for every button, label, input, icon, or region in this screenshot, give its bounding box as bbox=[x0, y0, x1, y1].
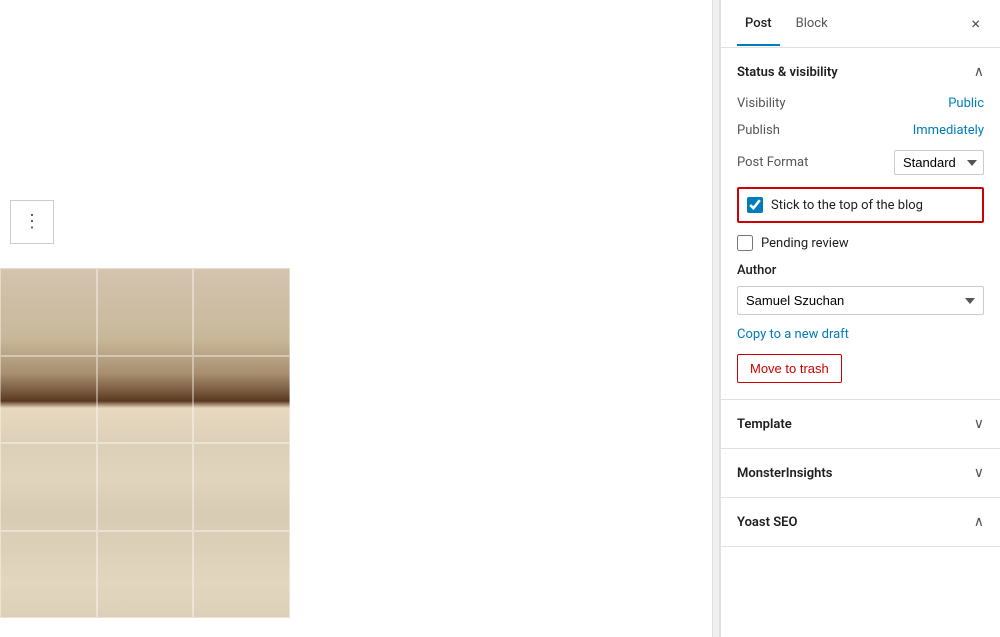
post-format-label: Post Format bbox=[737, 155, 808, 170]
template-header[interactable]: Template ∨ bbox=[721, 400, 1000, 448]
pending-review-label: Pending review bbox=[761, 236, 849, 251]
status-visibility-title: Status & visibility bbox=[737, 65, 838, 80]
image-block bbox=[0, 268, 290, 618]
visibility-row: Visibility Public bbox=[737, 96, 984, 111]
tab-post[interactable]: Post bbox=[737, 2, 780, 45]
collapse-icon: ∧ bbox=[974, 64, 984, 80]
template-title: Template bbox=[737, 417, 792, 432]
pending-review-row: Pending review bbox=[737, 235, 984, 251]
post-format-row: Post Format Standard bbox=[737, 150, 984, 175]
monster-insights-title: MonsterInsights bbox=[737, 466, 832, 481]
grid-cell bbox=[193, 531, 290, 619]
scrollbar bbox=[712, 0, 720, 637]
grid-cell bbox=[97, 531, 194, 619]
status-visibility-body: Visibility Public Publish Immediately Po… bbox=[721, 96, 1000, 399]
post-format-select[interactable]: Standard bbox=[894, 150, 984, 175]
close-icon[interactable]: × bbox=[967, 12, 984, 36]
author-select[interactable]: Samuel Szuchan bbox=[737, 286, 984, 315]
grid-cell bbox=[0, 356, 97, 444]
visibility-value[interactable]: Public bbox=[948, 96, 984, 111]
grid-cell bbox=[0, 443, 97, 531]
template-panel: Template ∨ bbox=[721, 400, 1000, 449]
block-dots-icon: ⋮ bbox=[23, 213, 41, 231]
editor-area: ⋮ bbox=[0, 0, 712, 637]
monster-insights-header[interactable]: MonsterInsights ∨ bbox=[721, 449, 1000, 497]
visibility-label: Visibility bbox=[737, 96, 786, 111]
grid-cell bbox=[193, 443, 290, 531]
expand-icon: ∨ bbox=[974, 465, 984, 481]
status-visibility-panel: Status & visibility ∧ Visibility Public … bbox=[721, 48, 1000, 400]
grid-cell bbox=[97, 443, 194, 531]
yoast-seo-panel: Yoast SEO ∧ bbox=[721, 498, 1000, 547]
status-visibility-header[interactable]: Status & visibility ∧ bbox=[721, 48, 1000, 96]
move-to-trash-button[interactable]: Move to trash bbox=[737, 354, 842, 383]
image-grid-overlay bbox=[0, 268, 290, 618]
sticky-row: Stick to the top of the blog bbox=[737, 187, 984, 223]
grid-cell bbox=[193, 356, 290, 444]
pending-review-checkbox[interactable] bbox=[737, 235, 753, 251]
publish-row: Publish Immediately bbox=[737, 123, 984, 138]
grid-cell bbox=[97, 356, 194, 444]
publish-label: Publish bbox=[737, 123, 780, 138]
collapse-icon: ∧ bbox=[974, 514, 984, 530]
sidebar: Post Block × Status & visibility ∧ Visib… bbox=[720, 0, 1000, 637]
sidebar-tabs: Post Block × bbox=[721, 0, 1000, 48]
block-handle[interactable]: ⋮ bbox=[10, 200, 54, 244]
grid-cell bbox=[0, 531, 97, 619]
grid-cell bbox=[193, 268, 290, 356]
publish-value[interactable]: Immediately bbox=[913, 123, 984, 138]
expand-icon: ∨ bbox=[974, 416, 984, 432]
copy-draft-link[interactable]: Copy to a new draft bbox=[737, 327, 984, 342]
sticky-label: Stick to the top of the blog bbox=[771, 198, 923, 213]
yoast-seo-header[interactable]: Yoast SEO ∧ bbox=[721, 498, 1000, 546]
grid-cell bbox=[97, 268, 194, 356]
grid-cell bbox=[0, 268, 97, 356]
tab-block[interactable]: Block bbox=[788, 2, 836, 45]
sticky-checkbox[interactable] bbox=[747, 197, 763, 213]
author-label: Author bbox=[737, 263, 984, 278]
yoast-seo-title: Yoast SEO bbox=[737, 515, 797, 530]
monster-insights-panel: MonsterInsights ∨ bbox=[721, 449, 1000, 498]
sidebar-content: Status & visibility ∧ Visibility Public … bbox=[721, 48, 1000, 637]
